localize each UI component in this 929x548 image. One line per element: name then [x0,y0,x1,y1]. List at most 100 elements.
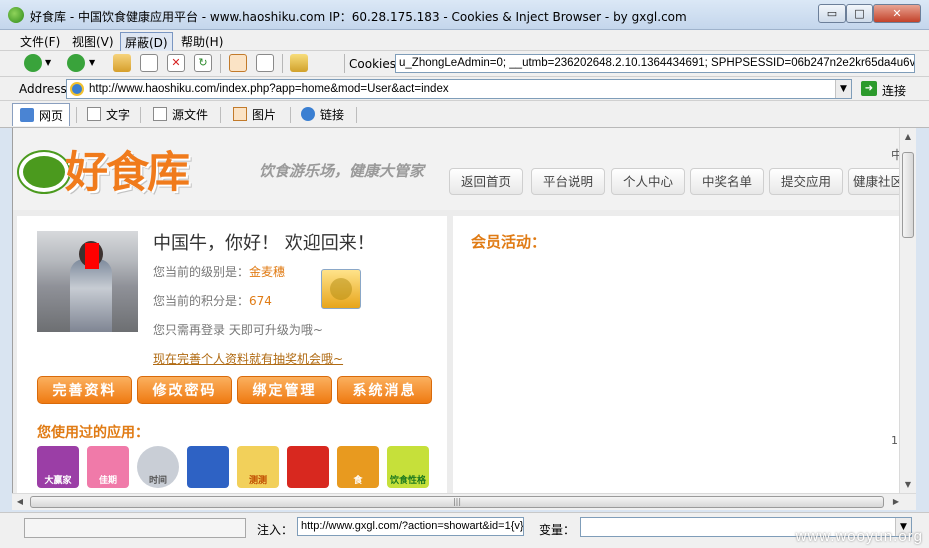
web-viewport[interactable]: 好食库 饮食游乐场，健康大管家 中 返回首页 平台说明 个人中心 中奖名单 提交… [12,128,899,493]
site-header: 好食库 饮食游乐场，健康大管家 中 返回首页 平台说明 个人中心 中奖名单 提交… [13,128,899,210]
tab-separator [140,107,141,123]
scroll-down-icon[interactable]: ▼ [900,476,916,493]
site-slogan: 饮食游乐场，健康大管家 [259,162,425,180]
cookies-input[interactable]: u_ZhongLeAdmin=0; __utmb=236202648.2.10.… [395,54,915,73]
nav-health-community[interactable]: 健康社区 [848,168,899,195]
top-right-text: 中 [891,146,899,163]
app-icon [8,7,24,23]
tab-label: 文字 [106,108,131,122]
tab-label: 网页 [39,109,64,123]
address-url[interactable]: http://www.haoshiku.com/index.php?app=ho… [89,83,449,95]
forward-icon[interactable] [67,54,85,72]
inject-label: 注入： [257,523,294,537]
complete-profile-link[interactable]: 现在完善个人资料就有抽奖机会哦~ [153,350,343,367]
greeting-text: 中国牛，你好！ 欢迎回来！ [153,233,375,254]
go-icon[interactable]: ➜ [861,81,877,96]
points-label: 您当前的积分是： [153,294,250,308]
toolbar-separator [220,54,221,73]
avatar[interactable] [37,231,138,332]
app-icon-diet-personality[interactable]: 饮食性格 [387,446,429,488]
horizontal-scrollbar[interactable]: ◀ ||| ▶ [12,493,916,510]
ie-icon [70,82,84,96]
refresh-icon[interactable]: ↻ [194,54,212,72]
tab-label: 链接 [320,108,345,122]
site-logo[interactable]: 好食库 [19,138,241,198]
address-dropdown-icon[interactable]: ▼ [835,80,851,98]
tab-images[interactable]: 图片 [226,103,282,126]
window-title: 好食库 - 中国饮食健康应用平台 - www.haoshiku.com IP：6… [30,10,687,24]
level-value: 金麦穗 [249,265,286,279]
save-page-icon[interactable] [229,54,247,72]
back-icon[interactable] [24,54,42,72]
app-icon-clock[interactable]: 时间 [137,446,179,488]
used-apps-title: 您使用过的应用： [37,425,149,441]
tab-source[interactable]: 源文件 [146,103,214,126]
avatar-redaction [85,243,99,269]
maximize-button[interactable]: □ [846,4,873,23]
window-titlebar: 好食库 - 中国饮食健康应用平台 - www.haoshiku.com IP：6… [0,0,929,30]
logo-text: 好食库 [65,148,190,198]
app-icon-blue[interactable] [187,446,229,488]
complete-profile-button[interactable]: 完善资料 [37,376,132,404]
source-icon [153,107,167,121]
wheat-level-icon [321,269,361,309]
forward-dropdown-icon[interactable]: ▼ [89,54,101,72]
upgrade-text: 您只需再登录 天即可升级为哦~ [153,323,323,337]
nav-personal-center[interactable]: 个人中心 [611,168,685,195]
system-message-button[interactable]: 系统消息 [337,376,432,404]
watermark: www.wooyun.org [795,528,923,545]
menu-file[interactable]: 文件(F) [16,32,64,51]
points-value: 674 [249,294,272,308]
app-icon-food[interactable]: 食 [337,446,379,488]
vertical-scroll-thumb[interactable] [902,152,914,238]
nav-winners[interactable]: 中奖名单 [690,168,764,195]
nav-submit-app[interactable]: 提交应用 [769,168,843,195]
app-icon-red[interactable] [287,446,329,488]
toolbar: ▼ ▼ ✕ ↻ Cookies: u_ZhongLeAdmin=0; __utm… [0,51,929,77]
home-icon[interactable] [113,54,131,72]
lock-icon[interactable] [290,54,308,72]
app-icon-date[interactable]: 佳期 [87,446,129,488]
profile-panel: 中国牛，你好！ 欢迎回来！ 您当前的级别是：金麦穗 您当前的积分是：674 您只… [17,216,447,493]
stop-icon[interactable]: ✕ [167,54,185,72]
copy-page-icon[interactable] [256,54,274,72]
member-activity-title: 会员活动： [471,233,547,251]
logo-fork-icon [19,152,69,192]
app-icon-test[interactable]: 测测 [237,446,279,488]
member-activity-panel: 会员活动： [453,216,899,493]
menu-help[interactable]: 帮助(H) [177,32,227,51]
scroll-left-icon[interactable]: ◀ [12,494,28,510]
nav-home[interactable]: 返回首页 [449,168,523,195]
tab-separator [356,107,357,123]
vertical-scrollbar[interactable]: ▲ ▼ [899,128,916,493]
toolbar-separator [344,54,345,73]
tab-label: 图片 [252,108,277,122]
minimize-button[interactable]: ▭ [818,4,846,23]
app-icon-winner[interactable]: 大赢家 [37,446,79,488]
close-button[interactable]: ✕ [873,4,921,23]
tab-separator [220,107,221,123]
status-bar: 注入： http://www.gxgl.com/?action=showart&… [0,512,929,548]
nav-platform-info[interactable]: 平台说明 [531,168,605,195]
document-icon [87,107,101,121]
go-button[interactable]: 连接 [882,82,906,99]
menu-block[interactable]: 屏蔽(D) [120,32,173,53]
webpage-icon [20,108,34,122]
scroll-right-icon[interactable]: ▶ [888,494,904,510]
link-icon [301,107,315,121]
menu-view[interactable]: 视图(V) [68,32,118,51]
change-password-button[interactable]: 修改密码 [137,376,232,404]
tab-text[interactable]: 文字 [80,103,136,126]
image-icon [233,107,247,121]
address-bar: Address: http://www.haoshiku.com/index.p… [0,77,929,101]
toolbar-separator [282,54,283,73]
address-input[interactable]: http://www.haoshiku.com/index.php?app=ho… [66,79,852,99]
scroll-up-icon[interactable]: ▲ [900,128,916,145]
back-dropdown-icon[interactable]: ▼ [45,54,57,72]
binding-manage-button[interactable]: 绑定管理 [237,376,332,404]
horizontal-scroll-thumb[interactable]: ||| [30,496,884,508]
tab-links[interactable]: 链接 [294,103,350,126]
inject-input[interactable]: http://www.gxgl.com/?action=showart&id=1… [297,517,524,536]
tab-webpage[interactable]: 网页 [12,103,71,126]
new-page-icon[interactable] [140,54,158,72]
